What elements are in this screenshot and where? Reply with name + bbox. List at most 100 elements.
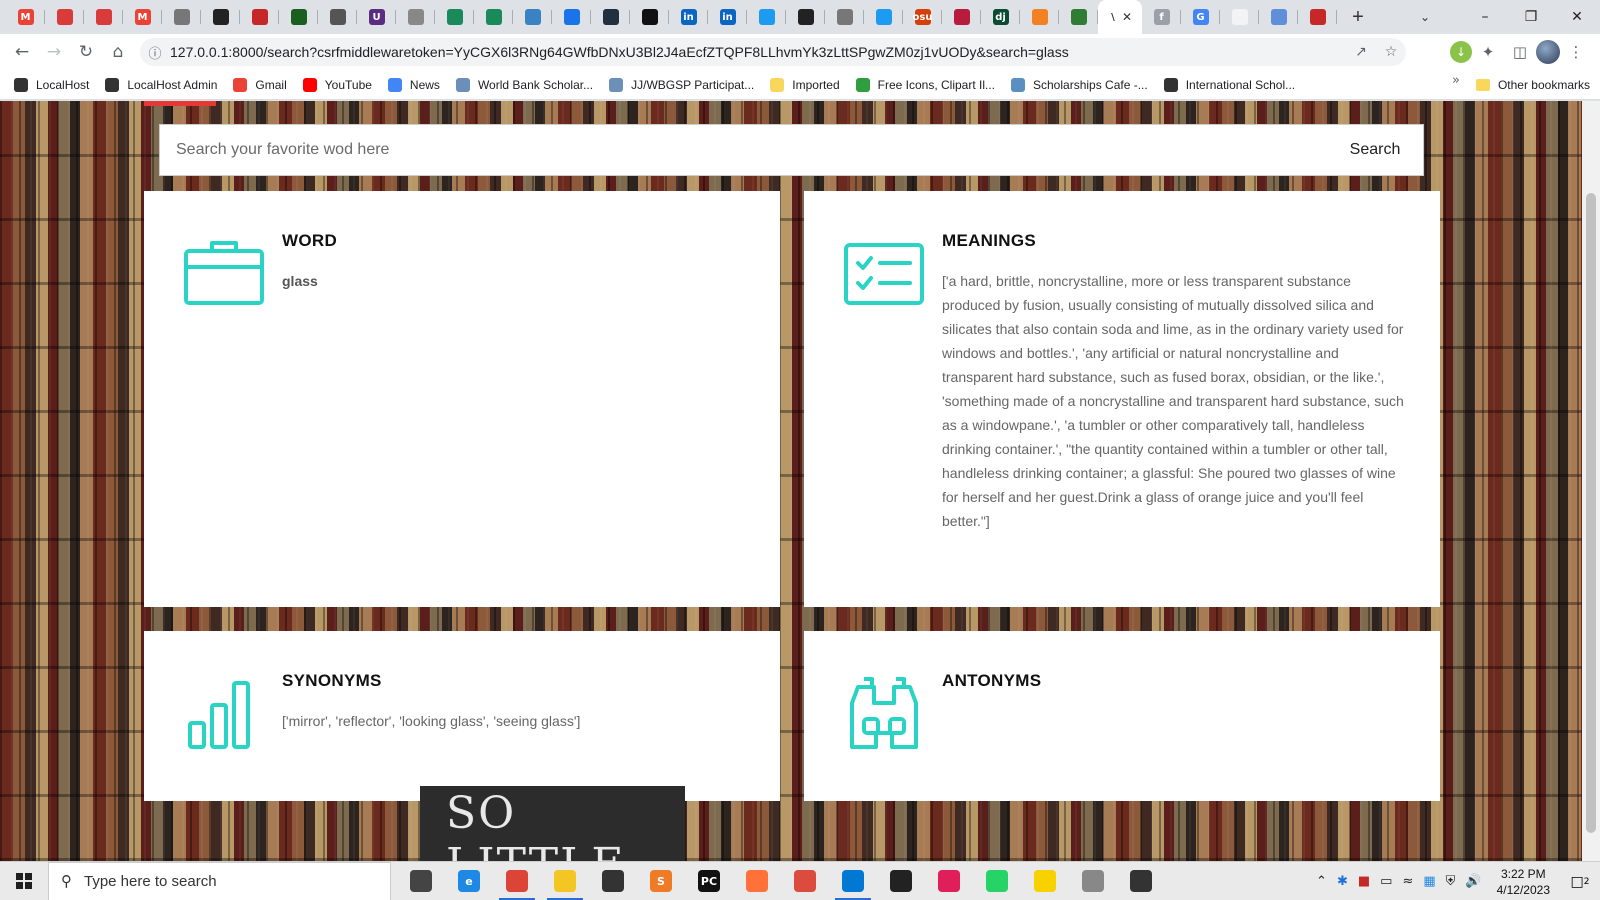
browser-tab[interactable] <box>240 0 279 34</box>
security-icon[interactable]: ⛨ <box>1446 874 1456 889</box>
bookmark-item[interactable]: Gmail <box>233 73 287 97</box>
browser-tab[interactable] <box>513 0 552 34</box>
browser-tab[interactable] <box>84 0 123 34</box>
search-button[interactable]: Search <box>1327 125 1423 175</box>
share-icon[interactable]: ↗ <box>1346 44 1376 60</box>
browser-tab[interactable] <box>786 0 825 34</box>
bookmark-item[interactable]: World Bank Scholar... <box>455 73 593 97</box>
browser-tab[interactable] <box>1059 0 1098 34</box>
notifications-icon[interactable]: □ 2 <box>1560 862 1600 900</box>
home-icon[interactable]: ⌂ <box>102 36 134 68</box>
browser-tab[interactable] <box>201 0 240 34</box>
battery-icon[interactable]: ▭ <box>1380 874 1392 889</box>
browser-tab[interactable]: osu <box>903 0 942 34</box>
taskbar-app[interactable] <box>925 862 973 900</box>
browser-tab[interactable] <box>1220 0 1259 34</box>
taskbar-app[interactable] <box>493 862 541 900</box>
bookmark-item[interactable]: LocalHost Admin <box>105 73 217 97</box>
extensions-icon[interactable]: ✦ <box>1472 36 1504 68</box>
tab-search-icon[interactable]: ⌄ <box>1410 0 1440 34</box>
bookmark-item[interactable]: International Schol... <box>1163 73 1295 97</box>
close-window-icon[interactable]: ✕ <box>1554 0 1600 34</box>
reload-icon[interactable]: ↻ <box>70 36 102 68</box>
bookmark-item[interactable]: LocalHost <box>14 73 89 97</box>
browser-tab[interactable] <box>1298 0 1337 34</box>
browser-tab[interactable] <box>1020 0 1059 34</box>
taskbar-app[interactable]: S <box>637 862 685 900</box>
browser-tab[interactable] <box>1259 0 1298 34</box>
address-bar[interactable]: ⓘ 127.0.0.1:8000/search?csrfmiddlewareto… <box>140 38 1406 66</box>
browser-tab[interactable]: M <box>6 0 45 34</box>
site-info-icon[interactable]: ⓘ <box>140 43 170 62</box>
antivirus-icon[interactable]: ■ <box>1358 874 1370 889</box>
browser-tab[interactable] <box>396 0 435 34</box>
start-button[interactable] <box>0 862 48 900</box>
scrollbar-thumb[interactable] <box>1586 193 1596 833</box>
browser-tab[interactable] <box>318 0 357 34</box>
browser-tab[interactable] <box>864 0 903 34</box>
taskbar-app[interactable]: PC <box>685 862 733 900</box>
more-bookmarks-icon[interactable]: » <box>1452 73 1460 88</box>
restore-icon[interactable]: ❐ <box>1508 0 1554 34</box>
browser-tab[interactable]: in <box>708 0 747 34</box>
browser-tab[interactable] <box>474 0 513 34</box>
browser-tab-active[interactable]: \ ✕ <box>1098 0 1142 34</box>
browser-tab[interactable] <box>942 0 981 34</box>
side-panel-icon[interactable]: ◫ <box>1504 36 1536 68</box>
profile-avatar[interactable] <box>1536 40 1560 64</box>
taskbar-app[interactable] <box>1021 862 1069 900</box>
menu-icon[interactable]: ⋮ <box>1560 36 1592 68</box>
close-tab-icon[interactable]: ✕ <box>1122 10 1132 24</box>
browser-tab[interactable]: M <box>123 0 162 34</box>
bookmark-star-icon[interactable]: ☆ <box>1376 44 1406 60</box>
taskbar-app[interactable] <box>589 862 637 900</box>
taskbar-app[interactable] <box>781 862 829 900</box>
browser-tab[interactable] <box>747 0 786 34</box>
search-input[interactable] <box>160 125 1327 175</box>
back-icon[interactable]: ← <box>6 36 38 68</box>
taskbar-app[interactable] <box>1069 862 1117 900</box>
browser-tab[interactable] <box>45 0 84 34</box>
forward-icon[interactable]: → <box>38 36 70 68</box>
browser-tab[interactable]: in <box>669 0 708 34</box>
bookmark-item[interactable]: Scholarships Cafe -... <box>1011 73 1148 97</box>
network-icon[interactable]: ▦ <box>1423 874 1435 889</box>
bookmark-item[interactable]: News <box>387 73 440 97</box>
volume-icon[interactable]: 🔊 <box>1465 874 1481 889</box>
browser-tab[interactable] <box>591 0 630 34</box>
taskbar-app[interactable] <box>877 862 925 900</box>
show-hidden-icons-icon[interactable]: ⌃ <box>1316 874 1327 889</box>
browser-tab[interactable]: dj <box>981 0 1020 34</box>
taskbar-app[interactable] <box>397 862 445 900</box>
bookmark-item[interactable]: Free Icons, Clipart Il... <box>855 73 995 97</box>
browser-tab[interactable]: U <box>357 0 396 34</box>
minimize-icon[interactable]: – <box>1462 0 1508 34</box>
bluetooth-icon[interactable]: ✱ <box>1337 874 1348 889</box>
browser-tab[interactable] <box>435 0 474 34</box>
download-icon[interactable]: ↓ <box>1450 41 1472 63</box>
taskbar-app[interactable]: e <box>445 862 493 900</box>
url-text[interactable]: 127.0.0.1:8000/search?csrfmiddlewaretoke… <box>170 44 1346 60</box>
browser-tab[interactable] <box>825 0 864 34</box>
taskbar-clock[interactable]: 3:22 PM 4/12/2023 <box>1497 866 1550 898</box>
browser-tab[interactable] <box>552 0 591 34</box>
browser-tab[interactable]: f <box>1142 0 1181 34</box>
taskbar-search-box[interactable]: ⚲ Type here to search <box>48 861 391 900</box>
bookmark-item[interactable]: JJ/WBGSP Participat... <box>609 73 754 97</box>
browser-tab[interactable] <box>630 0 669 34</box>
browser-tab[interactable]: G <box>1181 0 1220 34</box>
new-tab-icon[interactable]: + <box>1343 2 1373 32</box>
wifi-icon[interactable]: ≈ <box>1402 874 1413 889</box>
other-bookmarks[interactable]: Other bookmarks <box>1475 73 1590 97</box>
browser-tab[interactable] <box>279 0 318 34</box>
taskbar-app[interactable] <box>541 862 589 900</box>
bookmark-item[interactable]: YouTube <box>302 73 372 97</box>
taskbar-app[interactable] <box>1117 862 1165 900</box>
page-scrollbar[interactable] <box>1582 101 1600 861</box>
taskbar-app[interactable] <box>973 862 1021 900</box>
bookmark-item[interactable]: Imported <box>770 73 840 97</box>
sublime-icon: S <box>650 870 672 892</box>
taskbar-app[interactable] <box>829 862 877 900</box>
taskbar-app[interactable] <box>733 862 781 900</box>
browser-tab[interactable] <box>162 0 201 34</box>
